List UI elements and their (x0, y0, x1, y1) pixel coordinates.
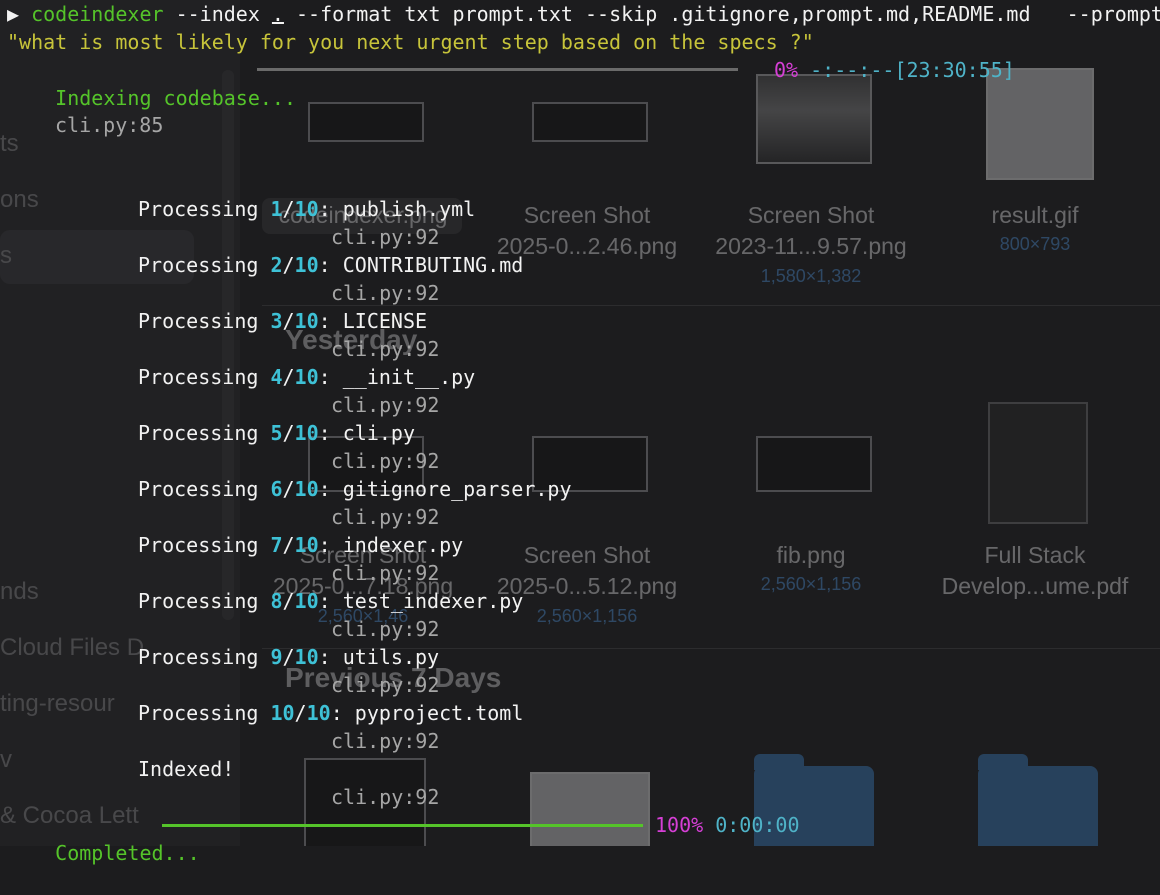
processing-word: Processing (138, 197, 271, 221)
prompt-arrow-icon: ▶ (7, 2, 20, 26)
processing-line: Processing 9/10: utils.py (138, 645, 440, 669)
command-line: ▶ codeindexer --index . --format txt pro… (7, 0, 1160, 28)
log-source: cli.py:92 (331, 337, 440, 361)
processing-word: Processing (138, 253, 271, 277)
log-source: cli.py:92 (331, 785, 440, 809)
indexed-message: Indexed! (138, 757, 235, 781)
indexing-progress-line: Indexing codebase... (7, 56, 296, 110)
file-total: 10 (294, 253, 319, 277)
file-index: 7 (270, 533, 283, 557)
file-index: 5 (270, 421, 283, 445)
file-name: CONTRIBUTING.md (342, 253, 524, 277)
processing-line: Processing 1/10: publish.yml (138, 197, 476, 221)
processing-word: Processing (138, 701, 271, 725)
file-total: 10 (294, 365, 319, 389)
completed-percent: 100% (655, 813, 704, 837)
file-name: utils.py (342, 645, 440, 669)
file-index: 2 (270, 253, 283, 277)
indexing-label: Indexing codebase... (55, 86, 296, 110)
completed-progress-fill (162, 824, 643, 827)
command-arg-path: . (271, 2, 284, 26)
processing-word: Processing (138, 309, 271, 333)
file-total: 10 (294, 533, 319, 557)
completed-elapsed: 0:00:00 (715, 813, 800, 837)
processing-line: Processing 4/10: __init__.py (138, 365, 476, 389)
processing-word: Processing (138, 533, 271, 557)
processing-word: Processing (138, 645, 271, 669)
processing-line: Processing 5/10: cli.py (138, 421, 415, 445)
processing-word: Processing (138, 589, 271, 613)
indexing-percent: 0% (774, 58, 799, 82)
processing-line: Processing 7/10: indexer.py (138, 533, 464, 557)
file-name: __init__.py (342, 365, 476, 389)
completed-progress-bar (162, 824, 643, 827)
processing-word: Processing (138, 365, 271, 389)
file-index: 9 (270, 645, 283, 669)
log-source: cli.py:92 (331, 561, 440, 585)
processing-word: Processing (138, 477, 271, 501)
log-source: cli.py:92 (331, 505, 440, 529)
completed-stats: 100% 0:00:00 (655, 811, 800, 839)
file-index: 10 (270, 701, 295, 725)
log-source: cli.py:92 (331, 225, 440, 249)
file-name: publish.yml (342, 197, 476, 221)
processing-line: Processing 2/10: CONTRIBUTING.md (138, 253, 524, 277)
processing-line: Processing 6/10: gitignore_parser.py (138, 477, 572, 501)
file-index: 1 (270, 197, 283, 221)
indexing-progress-bar (257, 68, 738, 71)
file-index: 6 (270, 477, 283, 501)
processing-line: Processing 8/10: test_indexer.py (138, 589, 524, 613)
file-total: 10 (294, 421, 319, 445)
file-name: test_indexer.py (342, 589, 524, 613)
log-source: cli.py:92 (331, 617, 440, 641)
processing-line: Processing 3/10: LICENSE (138, 309, 428, 333)
processing-word: Processing (138, 421, 271, 445)
file-total: 10 (294, 197, 319, 221)
terminal-output[interactable]: ▶ codeindexer --index . --format txt pro… (0, 0, 1160, 865)
command-program: codeindexer (31, 2, 164, 26)
file-index: 8 (270, 589, 283, 613)
file-index: 3 (270, 309, 283, 333)
file-name: gitignore_parser.py (342, 477, 572, 501)
indexing-elapsed: [23:30:55] (894, 58, 1015, 82)
log-source: cli.py:92 (331, 393, 440, 417)
file-total: 10 (306, 701, 331, 725)
log-source: cli.py:92 (331, 281, 440, 305)
command-arg: --format txt prompt.txt --skip .gitignor… (283, 2, 1160, 26)
file-total: 10 (294, 477, 319, 501)
command-arg: --index (163, 2, 272, 26)
file-total: 10 (294, 309, 319, 333)
command-prompt-string: "what is most likely for you next urgent… (7, 30, 814, 54)
file-name: cli.py (342, 421, 415, 445)
log-source: cli.py:92 (331, 673, 440, 697)
file-index: 4 (270, 365, 283, 389)
log-source: cli.py:85 (55, 113, 164, 137)
log-source: cli.py:92 (331, 729, 440, 753)
indexing-eta: -:--:-- (810, 58, 895, 82)
processing-line: Processing 10/10: pyproject.toml (138, 701, 524, 725)
file-name: LICENSE (342, 309, 428, 333)
log-source: cli.py:92 (331, 449, 440, 473)
file-name: pyproject.toml (354, 701, 524, 725)
file-total: 10 (294, 645, 319, 669)
file-name: indexer.py (342, 533, 464, 557)
completed-label: Completed... (55, 841, 200, 865)
indexing-stats: 0% -:--:--[23:30:55] (774, 56, 1015, 84)
file-total: 10 (294, 589, 319, 613)
